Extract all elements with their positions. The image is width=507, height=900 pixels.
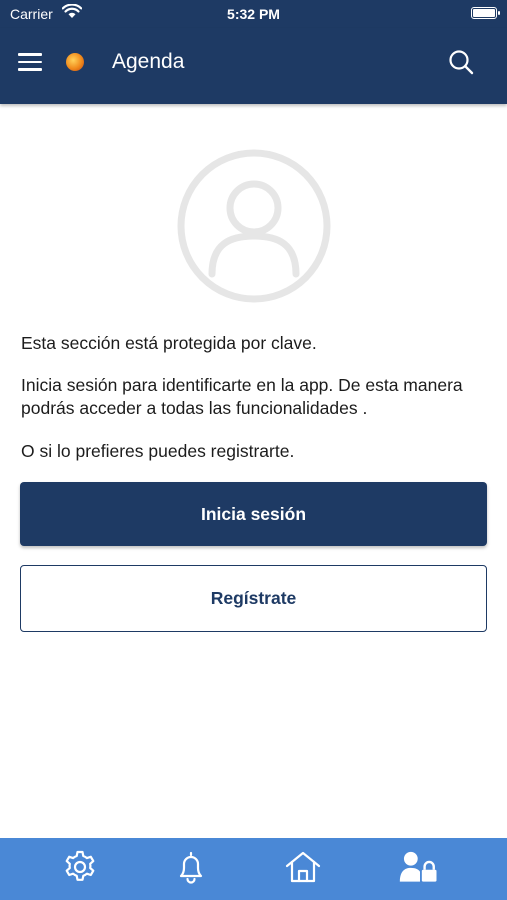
login-prompt-text: Inicia sesión para identificarte en la a…	[21, 375, 463, 418]
app-logo-icon	[66, 53, 84, 71]
register-button[interactable]: Regístrate	[20, 565, 487, 632]
menu-button[interactable]	[18, 52, 42, 72]
bottom-tab-bar	[0, 838, 507, 900]
tab-settings[interactable]	[58, 847, 102, 887]
protected-section-text: Esta sección está protegida por clave.	[21, 333, 317, 353]
gear-icon	[65, 850, 95, 881]
tab-notifications[interactable]	[169, 847, 213, 887]
user-lock-icon	[399, 851, 437, 882]
login-button[interactable]: Inicia sesión	[20, 482, 487, 546]
status-bar: Carrier 5:32 PM	[0, 0, 507, 28]
user-avatar-icon	[177, 149, 331, 303]
battery-icon	[471, 7, 500, 19]
app-header: Agenda	[0, 28, 507, 104]
page-title: Agenda	[112, 50, 185, 73]
tab-account[interactable]	[398, 847, 442, 887]
bell-icon	[179, 851, 203, 884]
register-prompt-text: O si lo prefieres puedes registrarte.	[21, 441, 295, 461]
search-icon[interactable]	[447, 48, 475, 76]
tab-home[interactable]	[281, 847, 325, 887]
status-time: 5:32 PM	[227, 6, 280, 22]
home-icon	[285, 851, 321, 883]
main-content: Esta sección está protegida por clave. I…	[0, 104, 507, 838]
